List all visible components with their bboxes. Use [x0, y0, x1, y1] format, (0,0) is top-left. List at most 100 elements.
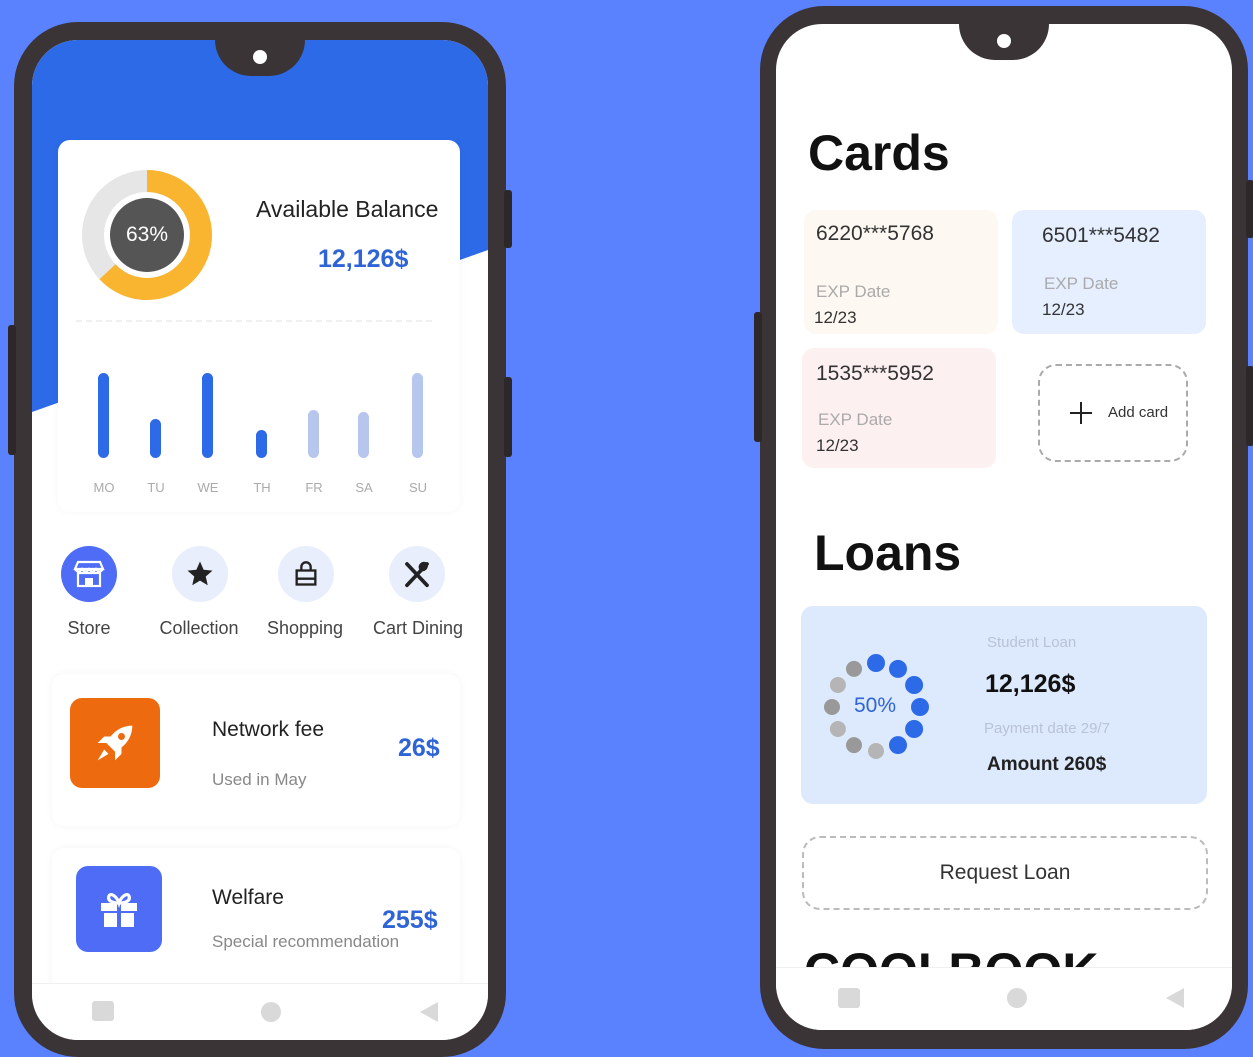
store-icon [73, 560, 105, 588]
android-nav-bar [776, 967, 1232, 1030]
ring-dot [846, 737, 862, 754]
divider [76, 320, 432, 322]
android-nav-bar [32, 983, 488, 1040]
request-loan-button[interactable]: Request Loan [802, 836, 1208, 910]
side-button [1246, 366, 1253, 446]
add-card-button[interactable]: Add card [1038, 364, 1188, 462]
day-bar [202, 373, 213, 458]
cart-dining-label: Cart Dining [372, 618, 464, 638]
camera [253, 50, 267, 64]
transaction-subtitle: Special recommendation [212, 932, 400, 951]
right-screen: Cards 6220***5768 EXP Date 12/23 6501***… [776, 24, 1232, 1030]
recent-apps-button[interactable] [838, 988, 860, 1008]
rocket-icon [97, 725, 133, 761]
balance-percent: 63% [110, 198, 184, 272]
side-button [504, 190, 512, 248]
day-label: SA [355, 480, 373, 495]
side-button [504, 377, 512, 457]
loans-title: Loans [814, 525, 962, 581]
ring-dot [824, 699, 840, 715]
ring-dot [829, 677, 846, 693]
ring-dot [829, 721, 846, 737]
transaction-card-welfare[interactable]: Welfare Special recommendation 255$ [52, 848, 460, 1000]
loan-value: 12,126$ [985, 670, 1076, 698]
ring-dot [905, 676, 924, 694]
shopping-bag-icon [295, 561, 317, 586]
utensils-icon [405, 561, 429, 588]
day-label: MO [93, 480, 115, 495]
transaction-amount: 26$ [398, 734, 440, 762]
side-button [8, 325, 16, 455]
collection-shortcut[interactable] [172, 546, 228, 602]
transaction-title: Network fee [212, 718, 325, 741]
day-label: WE [197, 480, 219, 495]
left-phone: 63% Available Balance 12,126$ MO TU WE TH FR… [8, 22, 512, 1057]
ring-dot [868, 743, 884, 759]
recent-apps-button[interactable] [92, 1001, 114, 1021]
back-button[interactable] [420, 1002, 438, 1022]
rocket-icon-tile [70, 698, 160, 788]
left-screen: 63% Available Balance 12,126$ MO TU WE TH FR… [32, 40, 488, 1040]
right-phone: Cards 6220***5768 EXP Date 12/23 6501***… [754, 6, 1253, 1049]
card-number: 6220***5768 [816, 222, 934, 245]
back-button[interactable] [1166, 988, 1184, 1008]
plus-icon [1070, 402, 1092, 424]
loan-amount: Amount 260$ [987, 754, 1107, 775]
transaction-subtitle: Used in May [212, 770, 307, 789]
gift-icon [101, 893, 137, 927]
balance-donut-chart: 63% [78, 166, 216, 304]
day-label: SU [408, 480, 428, 495]
card-number: 6501***5482 [1042, 224, 1160, 247]
day-bar [256, 430, 267, 458]
ring-dot [889, 736, 907, 755]
bank-card[interactable]: 1535***5952 EXP Date 12/23 [802, 348, 996, 468]
transaction-card-network-fee[interactable]: Network fee Used in May 26$ [52, 674, 460, 826]
card-exp-date: 12/23 [1042, 300, 1085, 319]
loan-type: Student Loan [987, 634, 1077, 651]
store-label: Store [67, 618, 111, 638]
student-loan-card[interactable]: 50% Student Loan 12,126$ Payment date 29… [801, 606, 1207, 804]
transaction-title: Welfare [212, 886, 284, 909]
home-button[interactable] [1007, 988, 1027, 1008]
day-bar [150, 419, 161, 458]
loan-payment-date: Payment date 29/7 [984, 720, 1110, 737]
day-label: TU [147, 480, 165, 495]
side-button [754, 312, 762, 442]
loan-percent: 50% [854, 694, 897, 717]
card-exp-label: EXP Date [818, 410, 893, 429]
available-balance-label: Available Balance [256, 196, 439, 222]
day-bar [412, 373, 423, 458]
cart-dining-shortcut[interactable] [389, 546, 445, 602]
shopping-shortcut[interactable] [278, 546, 334, 602]
cards-title: Cards [808, 125, 950, 181]
side-button [1246, 180, 1253, 238]
home-button[interactable] [261, 1002, 281, 1022]
card-exp-date: 12/23 [816, 436, 859, 455]
ring-dot [867, 654, 885, 672]
ring-dot [911, 698, 929, 716]
ring-dot [905, 720, 924, 738]
card-exp-label: EXP Date [816, 282, 891, 301]
bank-card[interactable]: 6501***5482 EXP Date 12/23 [1012, 210, 1206, 334]
star-icon [187, 561, 213, 586]
ring-dot [846, 660, 862, 677]
transaction-amount: 255$ [382, 906, 438, 934]
collection-label: Collection [159, 618, 239, 638]
bank-card[interactable]: 6220***5768 EXP Date 12/23 [804, 210, 998, 334]
available-balance-value: 12,126$ [318, 245, 409, 273]
card-exp-label: EXP Date [1044, 274, 1119, 293]
camera [997, 34, 1011, 48]
day-label: FR [305, 480, 323, 495]
day-label: TH [253, 480, 271, 495]
day-bar [98, 373, 109, 458]
card-number: 1535***5952 [816, 362, 934, 385]
notch [959, 24, 1049, 60]
ring-dot [889, 659, 907, 678]
store-shortcut[interactable] [61, 546, 117, 602]
shopping-label: Shopping [266, 618, 344, 638]
add-card-label: Add card [1108, 404, 1169, 421]
card-exp-date: 12/23 [814, 308, 857, 327]
day-bar [308, 410, 319, 458]
day-bar [358, 412, 369, 458]
gift-icon-tile [76, 866, 162, 952]
